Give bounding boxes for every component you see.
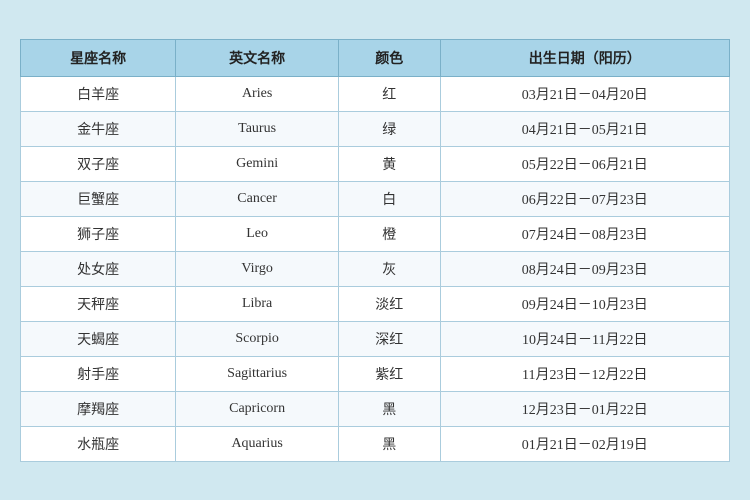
cell-4-1: Leo [176, 216, 339, 251]
table-row: 天蝎座Scorpio深红10月24日－11月22日 [21, 321, 730, 356]
cell-2-3: 05月22日－06月21日 [440, 146, 729, 181]
table-row: 白羊座Aries红03月21日－04月20日 [21, 76, 730, 111]
cell-2-2: 黄 [338, 146, 440, 181]
main-container: 星座名称 英文名称 颜色 出生日期（阳历） 白羊座Aries红03月21日－04… [0, 19, 750, 482]
table-row: 天秤座Libra淡红09月24日－10月23日 [21, 286, 730, 321]
cell-3-3: 06月22日－07月23日 [440, 181, 729, 216]
cell-2-0: 双子座 [21, 146, 176, 181]
cell-10-0: 水瓶座 [21, 426, 176, 461]
cell-8-0: 射手座 [21, 356, 176, 391]
cell-1-2: 绿 [338, 111, 440, 146]
table-row: 摩羯座Capricorn黑12月23日－01月22日 [21, 391, 730, 426]
table-row: 处女座Virgo灰08月24日－09月23日 [21, 251, 730, 286]
cell-0-1: Aries [176, 76, 339, 111]
cell-5-2: 灰 [338, 251, 440, 286]
cell-7-0: 天蝎座 [21, 321, 176, 356]
table-row: 射手座Sagittarius紫红11月23日－12月22日 [21, 356, 730, 391]
cell-10-2: 黑 [338, 426, 440, 461]
cell-0-2: 红 [338, 76, 440, 111]
cell-6-0: 天秤座 [21, 286, 176, 321]
table-row: 双子座Gemini黄05月22日－06月21日 [21, 146, 730, 181]
table-row: 狮子座Leo橙07月24日－08月23日 [21, 216, 730, 251]
cell-10-3: 01月21日－02月19日 [440, 426, 729, 461]
cell-3-1: Cancer [176, 181, 339, 216]
cell-4-2: 橙 [338, 216, 440, 251]
cell-5-0: 处女座 [21, 251, 176, 286]
cell-3-2: 白 [338, 181, 440, 216]
cell-10-1: Aquarius [176, 426, 339, 461]
cell-1-0: 金牛座 [21, 111, 176, 146]
table-row: 水瓶座Aquarius黑01月21日－02月19日 [21, 426, 730, 461]
cell-0-3: 03月21日－04月20日 [440, 76, 729, 111]
cell-6-3: 09月24日－10月23日 [440, 286, 729, 321]
cell-8-1: Sagittarius [176, 356, 339, 391]
cell-7-3: 10月24日－11月22日 [440, 321, 729, 356]
cell-9-3: 12月23日－01月22日 [440, 391, 729, 426]
cell-2-1: Gemini [176, 146, 339, 181]
table-row: 金牛座Taurus绿04月21日－05月21日 [21, 111, 730, 146]
cell-8-3: 11月23日－12月22日 [440, 356, 729, 391]
header-chinese-name: 星座名称 [21, 39, 176, 76]
cell-8-2: 紫红 [338, 356, 440, 391]
cell-7-1: Scorpio [176, 321, 339, 356]
cell-9-2: 黑 [338, 391, 440, 426]
cell-4-0: 狮子座 [21, 216, 176, 251]
header-color: 颜色 [338, 39, 440, 76]
table-row: 巨蟹座Cancer白06月22日－07月23日 [21, 181, 730, 216]
cell-4-3: 07月24日－08月23日 [440, 216, 729, 251]
header-birthdate: 出生日期（阳历） [440, 39, 729, 76]
cell-6-1: Libra [176, 286, 339, 321]
zodiac-table: 星座名称 英文名称 颜色 出生日期（阳历） 白羊座Aries红03月21日－04… [20, 39, 730, 462]
table-header-row: 星座名称 英文名称 颜色 出生日期（阳历） [21, 39, 730, 76]
cell-3-0: 巨蟹座 [21, 181, 176, 216]
cell-5-3: 08月24日－09月23日 [440, 251, 729, 286]
header-english-name: 英文名称 [176, 39, 339, 76]
cell-5-1: Virgo [176, 251, 339, 286]
cell-9-1: Capricorn [176, 391, 339, 426]
cell-9-0: 摩羯座 [21, 391, 176, 426]
cell-0-0: 白羊座 [21, 76, 176, 111]
cell-7-2: 深红 [338, 321, 440, 356]
cell-1-3: 04月21日－05月21日 [440, 111, 729, 146]
cell-6-2: 淡红 [338, 286, 440, 321]
cell-1-1: Taurus [176, 111, 339, 146]
